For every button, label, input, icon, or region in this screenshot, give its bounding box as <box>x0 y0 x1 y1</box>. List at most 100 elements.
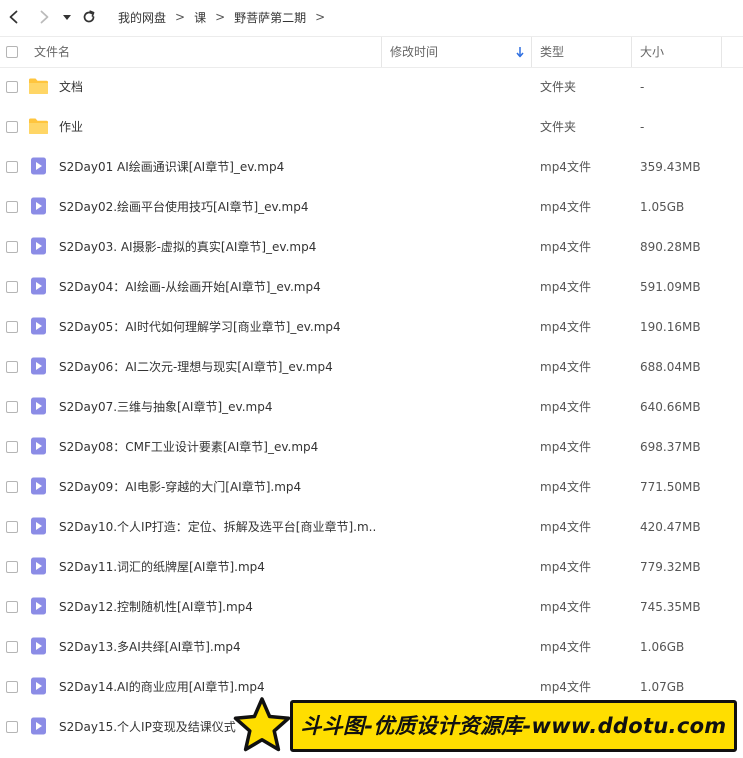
file-row[interactable]: S2Day08：CMF工业设计要素[AI章节]_ev.mp4 mp4文件 698… <box>0 427 743 467</box>
breadcrumb: 我的网盘 > 课 > 野菩萨第二期 > <box>118 0 334 34</box>
column-header-name[interactable]: 文件名 <box>34 37 70 67</box>
file-row[interactable]: S2Day13.多AI共绎[AI章节].mp4 mp4文件 1.06GB <box>0 627 743 667</box>
row-checkbox[interactable] <box>6 161 18 173</box>
file-type: mp4文件 <box>540 200 591 214</box>
file-name[interactable]: S2Day10.个人IP打造：定位、拆解及选平台[商业章节].m... <box>59 507 377 547</box>
row-checkbox[interactable] <box>6 641 18 653</box>
select-all-checkbox[interactable] <box>6 46 18 58</box>
file-name[interactable]: S2Day07.三维与抽象[AI章节]_ev.mp4 <box>59 387 272 427</box>
row-checkbox[interactable] <box>6 281 18 293</box>
breadcrumb-separator: > <box>175 10 186 24</box>
file-row[interactable]: S2Day12.控制随机性[AI章节].mp4 mp4文件 745.35MB <box>0 587 743 627</box>
row-checkbox[interactable] <box>6 121 18 133</box>
breadcrumb-item-root[interactable]: 我的网盘 <box>118 9 166 26</box>
file-row[interactable]: S2Day10.个人IP打造：定位、拆解及选平台[商业章节].m... mp4文… <box>0 507 743 547</box>
row-checkbox[interactable] <box>6 561 18 573</box>
column-header-modified[interactable]: 修改时间 <box>390 37 438 67</box>
file-size: 190.16MB <box>640 320 701 334</box>
history-dropdown-icon[interactable] <box>60 8 78 26</box>
file-row[interactable]: S2Day06：AI二次元-理想与现实[AI章节]_ev.mp4 mp4文件 6… <box>0 347 743 387</box>
file-size: - <box>640 80 645 94</box>
video-file-icon <box>28 557 49 575</box>
column-divider[interactable] <box>531 37 532 67</box>
file-size: 688.04MB <box>640 360 701 374</box>
video-file-icon <box>28 157 49 175</box>
file-size: 420.47MB <box>640 520 701 534</box>
file-type: mp4文件 <box>540 520 591 534</box>
file-name[interactable]: S2Day05：AI时代如何理解学习[商业章节]_ev.mp4 <box>59 307 341 347</box>
row-checkbox[interactable] <box>6 401 18 413</box>
file-row[interactable]: S2Day03. AI摄影-虚拟的真实[AI章节]_ev.mp4 mp4文件 8… <box>0 227 743 267</box>
row-checkbox[interactable] <box>6 481 18 493</box>
refresh-icon[interactable] <box>80 8 98 26</box>
file-row[interactable]: S2Day11.词汇的纸牌屋[AI章节].mp4 mp4文件 779.32MB <box>0 547 743 587</box>
row-checkbox[interactable] <box>6 201 18 213</box>
file-name[interactable]: S2Day08：CMF工业设计要素[AI章节]_ev.mp4 <box>59 427 318 467</box>
column-divider[interactable] <box>721 37 722 67</box>
row-checkbox[interactable] <box>6 601 18 613</box>
file-type: mp4文件 <box>540 640 591 654</box>
breadcrumb-item-course[interactable]: 课 <box>194 9 206 26</box>
file-size: 745.35MB <box>640 600 701 614</box>
file-row[interactable]: 文档 文件夹 - <box>0 67 743 107</box>
row-checkbox[interactable] <box>6 441 18 453</box>
file-name[interactable]: S2Day13.多AI共绎[AI章节].mp4 <box>59 627 241 667</box>
file-type: mp4文件 <box>540 560 591 574</box>
file-row[interactable]: S2Day05：AI时代如何理解学习[商业章节]_ev.mp4 mp4文件 19… <box>0 307 743 347</box>
video-file-icon <box>28 317 49 335</box>
file-name[interactable]: S2Day06：AI二次元-理想与现实[AI章节]_ev.mp4 <box>59 347 333 387</box>
column-header-size[interactable]: 大小 <box>640 37 664 67</box>
breadcrumb-item-current[interactable]: 野菩萨第二期 <box>234 9 306 26</box>
file-type: 文件夹 <box>540 120 577 134</box>
file-type: mp4文件 <box>540 480 591 494</box>
column-divider[interactable] <box>631 37 632 67</box>
row-checkbox[interactable] <box>6 721 18 733</box>
file-name[interactable]: S2Day02.绘画平台使用技巧[AI章节]_ev.mp4 <box>59 187 308 227</box>
video-file-icon <box>28 277 49 295</box>
file-row[interactable]: S2Day02.绘画平台使用技巧[AI章节]_ev.mp4 mp4文件 1.05… <box>0 187 743 227</box>
watermark-text: 斗斗图-优质设计资源库-www.ddotu.com <box>300 714 727 738</box>
video-file-icon <box>28 677 49 695</box>
file-row[interactable]: S2Day09：AI电影-穿越的大门[AI章节].mp4 mp4文件 771.5… <box>0 467 743 507</box>
file-size: 1.05GB <box>640 200 685 214</box>
file-name[interactable]: S2Day11.词汇的纸牌屋[AI章节].mp4 <box>59 547 265 587</box>
file-type: mp4文件 <box>540 320 591 334</box>
video-file-icon <box>28 477 49 495</box>
file-name[interactable]: S2Day15.个人IP变现及结课仪式 <box>59 707 236 747</box>
file-name[interactable]: S2Day03. AI摄影-虚拟的真实[AI章节]_ev.mp4 <box>59 227 316 267</box>
video-file-icon <box>28 237 49 255</box>
row-checkbox[interactable] <box>6 681 18 693</box>
row-checkbox[interactable] <box>6 81 18 93</box>
file-type: mp4文件 <box>540 600 591 614</box>
file-name[interactable]: S2Day04：AI绘画-从绘画开始[AI章节]_ev.mp4 <box>59 267 321 307</box>
file-size: 890.28MB <box>640 240 701 254</box>
row-checkbox[interactable] <box>6 521 18 533</box>
row-checkbox[interactable] <box>6 321 18 333</box>
forward-arrow-icon[interactable] <box>35 8 53 26</box>
video-file-icon <box>28 717 49 735</box>
breadcrumb-separator: > <box>315 10 326 24</box>
video-file-icon <box>28 597 49 615</box>
file-row[interactable]: S2Day04：AI绘画-从绘画开始[AI章节]_ev.mp4 mp4文件 59… <box>0 267 743 307</box>
column-divider[interactable] <box>381 37 382 67</box>
video-file-icon <box>28 197 49 215</box>
file-type: mp4文件 <box>540 440 591 454</box>
video-file-icon <box>28 397 49 415</box>
watermark-box: 斗斗图-优质设计资源库-www.ddotu.com <box>290 700 737 752</box>
file-name[interactable]: 作业 <box>59 107 83 147</box>
file-name[interactable]: S2Day01 AI绘画通识课[AI章节]_ev.mp4 <box>59 147 284 187</box>
back-arrow-icon[interactable] <box>5 8 23 26</box>
file-type: mp4文件 <box>540 240 591 254</box>
file-row[interactable]: 作业 文件夹 - <box>0 107 743 147</box>
file-size: 771.50MB <box>640 480 701 494</box>
file-name[interactable]: 文档 <box>59 67 83 107</box>
column-header-type[interactable]: 类型 <box>540 37 564 67</box>
sort-descending-icon[interactable] <box>515 45 525 59</box>
row-checkbox[interactable] <box>6 361 18 373</box>
file-name[interactable]: S2Day12.控制随机性[AI章节].mp4 <box>59 587 253 627</box>
row-checkbox[interactable] <box>6 241 18 253</box>
file-row[interactable]: S2Day07.三维与抽象[AI章节]_ev.mp4 mp4文件 640.66M… <box>0 387 743 427</box>
file-name[interactable]: S2Day09：AI电影-穿越的大门[AI章节].mp4 <box>59 467 301 507</box>
file-type: mp4文件 <box>540 160 591 174</box>
file-row[interactable]: S2Day01 AI绘画通识课[AI章节]_ev.mp4 mp4文件 359.4… <box>0 147 743 187</box>
